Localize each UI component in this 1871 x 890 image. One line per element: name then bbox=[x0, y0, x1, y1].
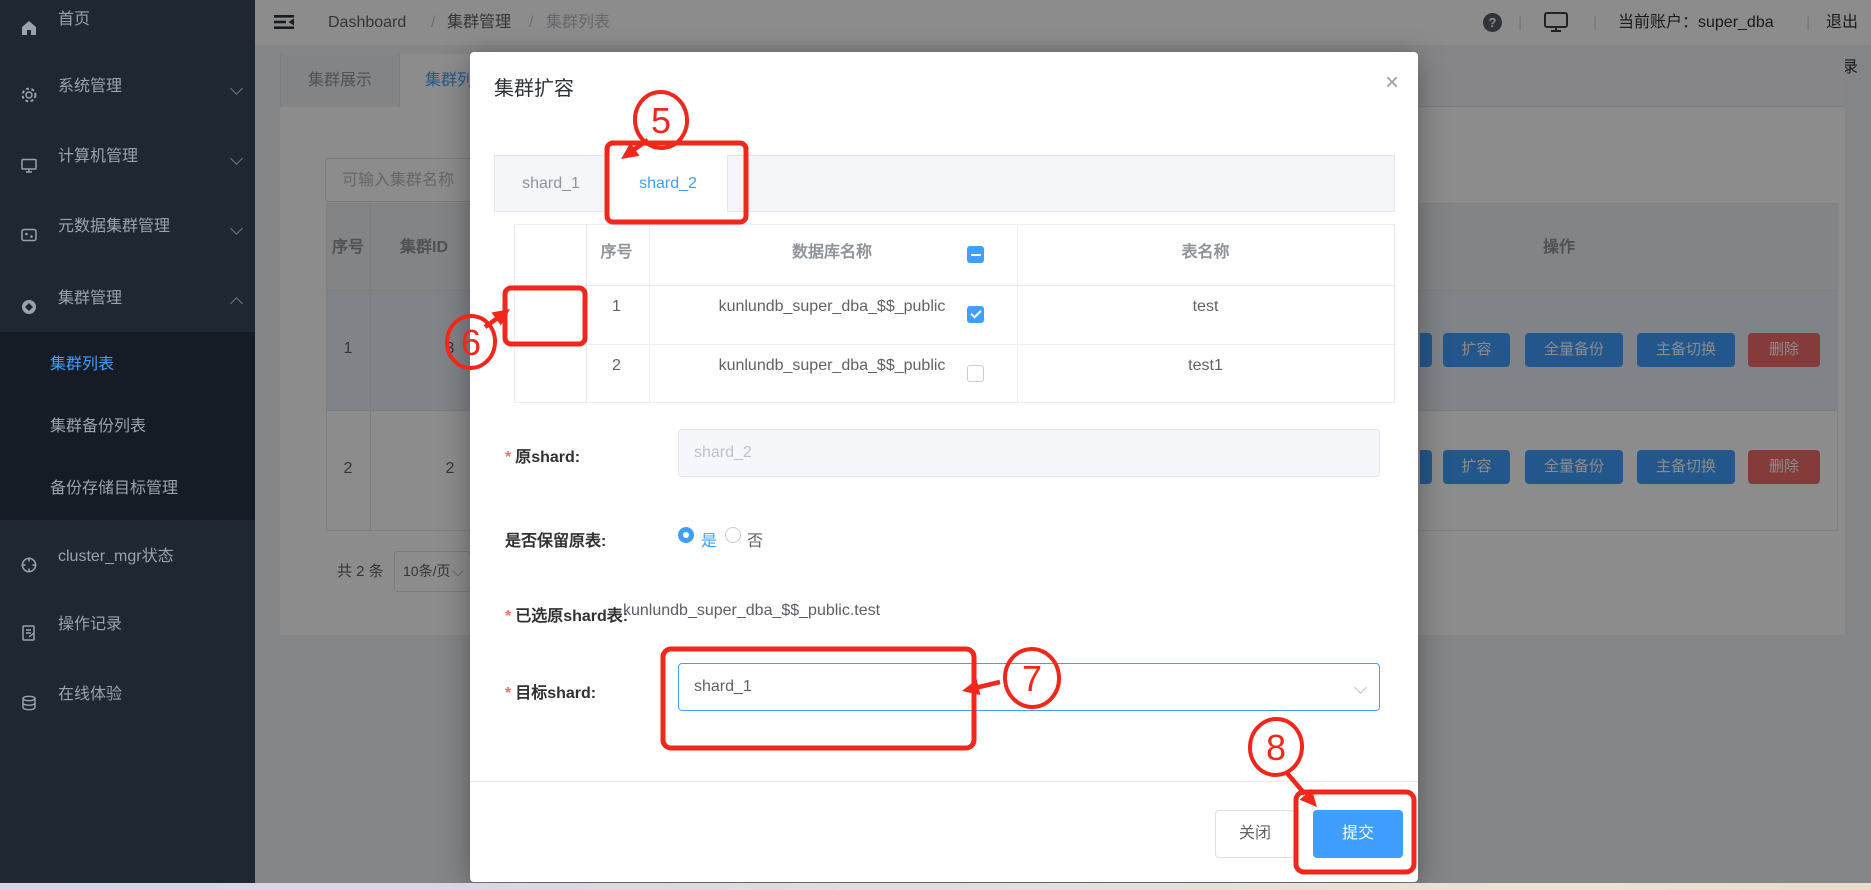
sidebar-subitem-label: 集群备份列表 bbox=[50, 418, 147, 435]
radio-no[interactable] bbox=[725, 527, 741, 543]
required-mark: * bbox=[505, 449, 512, 466]
chevron-up-icon bbox=[230, 297, 243, 310]
sidebar-item-label: cluster_mgr状态 bbox=[58, 548, 174, 565]
sidebar-item-metadata-cluster-mgmt[interactable]: 元数据集群管理 bbox=[0, 205, 255, 249]
selected-shard-table-value: kunlundb_super_dba_$$_public.test bbox=[623, 602, 881, 619]
sidebar-item-label: 元数据集群管理 bbox=[58, 218, 171, 235]
bottom-edge-strip bbox=[0, 883, 1871, 890]
cluster-expand-modal: 集群扩容 × shard_1 shard_2 序号 数据库名称 表名称 1 ku… bbox=[470, 52, 1418, 882]
sidebar-item-label: 系统管理 bbox=[58, 78, 123, 95]
chevron-down-icon bbox=[1354, 681, 1367, 694]
sidebar-item-label: 在线体验 bbox=[58, 686, 123, 703]
document-icon bbox=[20, 616, 38, 641]
cell-table-name: test1 bbox=[1188, 357, 1223, 374]
sidebar-item-cluster-mgmt[interactable]: 集群管理 bbox=[0, 277, 255, 321]
radio-yes[interactable] bbox=[678, 527, 694, 543]
table-line bbox=[515, 285, 1396, 286]
database-icon bbox=[20, 686, 38, 711]
sidebar-item-system-mgmt[interactable]: 系统管理 bbox=[0, 65, 255, 109]
close-icon[interactable]: × bbox=[1378, 70, 1406, 98]
sidebar-item-label: 计算机管理 bbox=[58, 148, 139, 165]
sidebar-item-operation-log[interactable]: 操作记录 bbox=[0, 603, 255, 647]
source-shard-label: * 原shard: bbox=[505, 449, 581, 466]
tab-shard-2[interactable]: shard_2 bbox=[608, 155, 728, 212]
cell-seq: 1 bbox=[612, 298, 621, 315]
target-icon bbox=[20, 548, 38, 573]
table-line bbox=[515, 344, 1396, 345]
chevron-down-icon bbox=[230, 152, 243, 165]
cell-seq: 2 bbox=[612, 357, 621, 374]
tab-shard-1[interactable]: shard_1 bbox=[494, 155, 608, 212]
chevron-down-icon bbox=[230, 82, 243, 95]
keep-table-label: 是否保留原表: bbox=[505, 533, 607, 550]
cell-db-name: kunlundb_super_dba_$$_public bbox=[718, 298, 946, 315]
sidebar-item-cluster-mgr-status[interactable]: cluster_mgr状态 bbox=[0, 535, 255, 579]
sidebar-item-online-experience[interactable]: 在线体验 bbox=[0, 673, 255, 717]
sidebar-subitem-cluster-backup-list[interactable]: 集群备份列表 bbox=[0, 405, 255, 449]
radio-yes-label[interactable]: 是 bbox=[701, 527, 717, 551]
footer-divider bbox=[470, 781, 1418, 782]
sidebar-item-label: 集群管理 bbox=[58, 290, 123, 307]
source-shard-input: shard_2 bbox=[678, 429, 1380, 477]
app-root: 首页 系统管理 计算机管理 元数据集群管理 集群管理 集群列表 集群备份列表 备… bbox=[0, 0, 1871, 890]
required-mark: * bbox=[505, 608, 512, 625]
cell-db-name: kunlundb_super_dba_$$_public bbox=[718, 357, 946, 374]
submit-button[interactable]: 提交 bbox=[1313, 810, 1403, 858]
gear-icon bbox=[20, 78, 38, 103]
sidebar-subitem-cluster-list[interactable]: 集群列表 bbox=[0, 343, 255, 387]
col-db-name: 数据库名称 bbox=[791, 244, 872, 261]
col-table-name: 表名称 bbox=[1181, 244, 1230, 261]
sidebar-subitem-label: 备份存储目标管理 bbox=[50, 480, 179, 497]
modal-title: 集群扩容 bbox=[494, 78, 574, 100]
cluster-icon bbox=[20, 290, 38, 314]
target-shard-label: * 目标shard: bbox=[505, 685, 597, 702]
home-icon bbox=[20, 11, 38, 35]
radio-no-label[interactable]: 否 bbox=[747, 527, 763, 551]
target-shard-select[interactable]: shard_1 bbox=[678, 663, 1380, 711]
sidebar: 首页 系统管理 计算机管理 元数据集群管理 集群管理 集群列表 集群备份列表 备… bbox=[0, 0, 255, 890]
sidebar-item-label: 操作记录 bbox=[58, 616, 123, 633]
required-mark: * bbox=[505, 685, 512, 702]
sidebar-subitem-backup-storage-target[interactable]: 备份存储目标管理 bbox=[0, 467, 255, 511]
monitor-icon bbox=[20, 148, 38, 173]
card-icon bbox=[20, 218, 38, 242]
col-seq: 序号 bbox=[600, 244, 633, 261]
sidebar-item-label: 首页 bbox=[58, 11, 91, 28]
radio-dot bbox=[683, 532, 689, 538]
cell-table-name: test bbox=[1192, 298, 1219, 315]
close-button[interactable]: 关闭 bbox=[1215, 810, 1295, 858]
sidebar-item-home[interactable]: 首页 bbox=[0, 0, 255, 42]
sidebar-item-computer-mgmt[interactable]: 计算机管理 bbox=[0, 135, 255, 179]
selected-shard-table-label: * 已选原shard表: bbox=[505, 608, 629, 625]
sidebar-subitem-label: 集群列表 bbox=[50, 356, 115, 373]
target-shard-value: shard_1 bbox=[694, 678, 752, 695]
chevron-down-icon bbox=[230, 222, 243, 235]
